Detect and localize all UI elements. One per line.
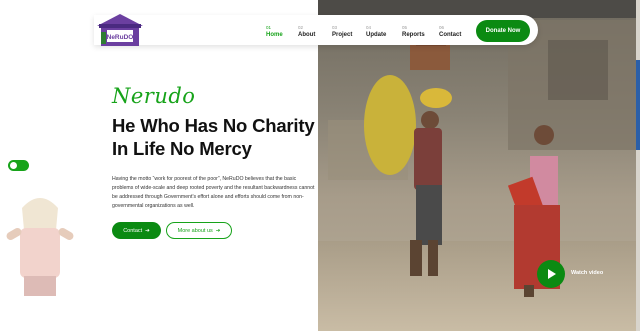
scrollbar-thumb[interactable]	[636, 60, 640, 150]
play-video-button[interactable]	[537, 260, 565, 288]
decorative-child-image	[6, 198, 74, 296]
arrow-right-icon: ➔	[145, 227, 150, 234]
nav-label: Reports	[402, 32, 425, 38]
headline-line-1: He Who Has No Charity	[112, 115, 315, 136]
hero-photo-illustration	[328, 20, 638, 297]
watch-video-label[interactable]: Watch video	[571, 270, 603, 276]
hero-script-title: Nerudo	[112, 84, 196, 108]
nav-label: Contact	[439, 32, 462, 38]
toggle-knob	[10, 162, 17, 169]
nav-label: Update	[366, 32, 387, 38]
theme-toggle[interactable]	[8, 160, 29, 171]
donate-button[interactable]: Donate Now	[476, 20, 530, 42]
arrow-right-icon: ➔	[215, 227, 221, 234]
hero-headline: He Who Has No Charity In Life No Mercy	[112, 114, 317, 160]
more-about-button[interactable]: More about us ➔	[166, 222, 232, 239]
hero-photo	[318, 0, 640, 331]
svg-text:NeRuDO: NeRuDO	[107, 34, 134, 41]
nav-item-update[interactable]: 04 Update	[366, 25, 386, 40]
nav-label: Project	[332, 32, 353, 38]
nav-item-contact[interactable]: 06 Contact	[439, 25, 461, 40]
hero-description: Having the motto “work for poorest of th…	[112, 176, 315, 209]
nav-item-about[interactable]: 02 About	[298, 25, 315, 40]
nav-item-reports[interactable]: 05 Reports	[402, 25, 425, 40]
site-logo[interactable]: NeRuDO	[95, 12, 145, 48]
contact-button[interactable]: Contact ➔	[112, 222, 161, 239]
headline-line-2: In Life No Mercy	[112, 138, 252, 159]
nav-label: Home	[266, 32, 283, 38]
nav-label: About	[298, 32, 316, 38]
contact-button-label: Contact	[123, 227, 143, 234]
nav-item-home[interactable]: 01 Home	[266, 25, 283, 40]
scrollbar[interactable]	[636, 0, 640, 331]
logo-house-icon: NeRuDO	[97, 14, 143, 46]
play-icon	[548, 269, 556, 279]
nav-item-project[interactable]: 03 Project	[332, 25, 352, 40]
more-about-button-label: More about us	[177, 227, 213, 234]
navbar	[94, 15, 538, 45]
